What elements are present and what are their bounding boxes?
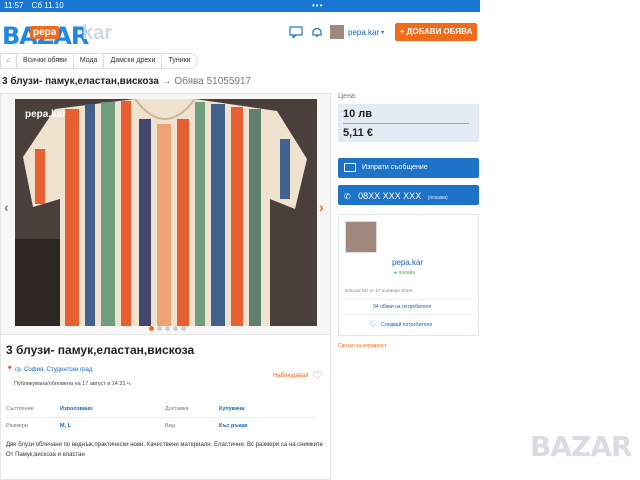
property-value[interactable]: Къс ръкав [219,420,324,432]
chat-icon[interactable] [289,26,303,38]
property-value[interactable]: M, L [60,420,165,432]
published-date: Публикувана/обновена на 17 август в 14:3… [14,381,132,387]
ad-properties: Състояние Използвано Доставка Купувача Р… [6,403,326,432]
page-title-text: 3 блузи- памук,еластан,вискоза [2,76,159,87]
site-header: BAZAR pepa kar pepa.kar ▾ + ДОБАВИ ОБЯВА [0,12,480,52]
property-row: Размери M, L Вид Къс ръкав [6,420,326,432]
logo-badge: pepa [30,26,60,39]
product-photo[interactable]: pepa.kar [15,99,317,326]
user-menu[interactable]: pepa.kar ▾ [330,25,384,39]
divider [6,417,316,418]
location-pin-icon: 📍 [6,367,14,373]
member-since: В Bazar.BG от 17 ноември 2015г. [345,288,414,293]
property-key: Състояние [6,406,34,412]
bell-icon[interactable] [310,26,324,38]
pagination-dot[interactable] [157,326,162,331]
title-arrow: → [161,76,172,87]
favorite-button[interactable]: Наблюдавай ♡ [273,369,322,382]
prev-photo-icon[interactable]: ‹ [4,199,9,215]
ad-description: Две блузи облечани по веднъж,практически… [6,440,326,460]
corner-logo-watermark: BAZAR [530,430,633,463]
price-eur: 5,11 € [343,127,373,139]
seller-name[interactable]: pepa.kar [392,258,423,267]
logo-ghost-text: kar [82,22,113,44]
page-title: 3 блузи- памук,еластан,вискоза → Обява 5… [2,76,251,87]
phone-number: 08XX XXX XXX [358,191,422,201]
envelope-icon [344,162,356,172]
photo-pagination [149,326,186,331]
follow-seller-button[interactable]: ♡ Следвай потребителя [369,319,432,330]
seller-card: pepa.kar ● онлайн В Bazar.BG от 17 ноемв… [338,214,479,336]
seller-ads-link[interactable]: 94 обяви на потребителя [373,304,431,310]
username: pepa.kar [348,27,380,37]
ad-title: 3 блузи- памук,еластан,вискоза [6,343,195,357]
property-value[interactable]: Използвано [60,403,165,415]
next-photo-icon[interactable]: › [319,199,324,215]
property-key: Размери [6,423,28,429]
home-icon[interactable]: ⌂ [0,53,16,69]
pagination-dot[interactable] [165,326,170,331]
show-phone-label: (покажи) [427,195,448,201]
breadcrumb-item-all[interactable]: Всички обяви [16,53,73,69]
price-bgn: 10 лв [343,108,373,120]
property-value[interactable]: Купувача [219,403,324,415]
property-key: Вид [165,423,175,429]
follow-label: Следвай потребителя [381,321,433,328]
location-text: гр. София, Студентски град [15,367,93,373]
show-phone-button[interactable]: ✆ 08XX XXX XXX (покажи) [338,185,479,205]
shirt-image [15,99,317,326]
favorite-label: Наблюдавай [273,372,309,379]
divider [343,123,469,124]
property-row: Състояние Използвано Доставка Купувача [6,403,326,415]
location[interactable]: 📍 гр. София, Студентски град [6,366,92,373]
divider [345,299,473,300]
status-date: Сб 11.10 [31,1,64,10]
online-status: ● онлайн [394,270,416,276]
status-bar: 11:57 Сб 11.10 ••• [0,0,480,12]
pagination-dot[interactable] [181,326,186,331]
send-message-label: Изпрати съобщение [361,164,428,171]
chevron-down-icon: ▾ [381,29,385,36]
breadcrumb-item-tunics[interactable]: Туники [161,53,198,69]
price-label: Цена: [338,93,357,100]
ad-id: Обява 51055917 [174,76,252,87]
heart-icon: ♡ [369,319,378,329]
breadcrumb-item-womens[interactable]: Дамски дрехи [103,53,162,69]
site-logo[interactable]: BAZAR pepa kar [2,18,112,50]
status-dots: ••• [312,1,324,10]
photo-gallery: pepa.kar ‹ › [0,93,331,335]
report-link[interactable]: Сигнал за нередност [338,343,387,349]
pagination-dot[interactable] [149,326,154,331]
divider [345,314,473,315]
description-line: От Памук,вискоза и еластан [6,452,85,458]
breadcrumb: ⌂ Всички обяви Мода Дамски дрехи Туники [0,53,198,69]
avatar [330,25,344,39]
heart-icon: ♡ [312,370,323,382]
breadcrumb-item-fashion[interactable]: Мода [72,53,104,69]
right-blank-area [480,0,640,480]
photo-watermark: pepa.kar [25,109,67,120]
phone-icon: ✆ [344,192,351,201]
status-time: 11:57 [4,1,24,10]
ad-details: 3 блузи- памук,еластан,вискоза 📍 гр. Соф… [0,335,331,480]
pagination-dot[interactable] [173,326,178,331]
seller-avatar[interactable] [345,221,377,253]
description-line: Две блузи облечани по веднъж,практически… [6,442,324,448]
add-listing-button[interactable]: + ДОБАВИ ОБЯВА [395,23,477,41]
price-box: 10 лв 5,11 € [338,104,479,142]
send-message-button[interactable]: Изпрати съобщение [338,158,479,178]
property-key: Доставка [165,406,189,412]
